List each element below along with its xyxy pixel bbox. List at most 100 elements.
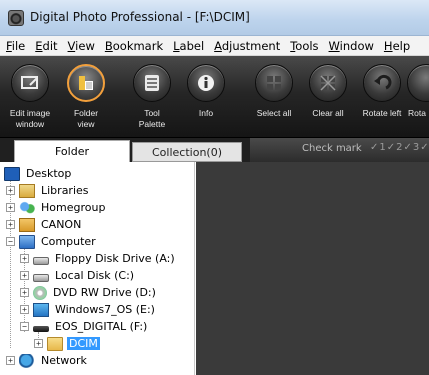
tree-label: Libraries: [41, 184, 89, 197]
edit-image-window-button[interactable]: Edit image window: [2, 56, 58, 138]
menu-accelerator: E: [35, 38, 43, 53]
menu-label: elp: [392, 38, 411, 53]
menu-item-tools[interactable]: Tools: [290, 39, 318, 53]
menu-accelerator: A: [214, 38, 222, 53]
expand-icon[interactable]: +: [20, 254, 29, 263]
app-window: Digital Photo Professional - [F:\DCIM] F…: [0, 0, 429, 375]
menu-label: indow: [339, 38, 374, 53]
tree-item-eos-digital[interactable]: − EOS_DIGITAL (F:): [20, 318, 149, 335]
expand-icon[interactable]: +: [6, 186, 15, 195]
toolbar-label: Select all: [256, 108, 292, 118]
clear-all-icon: [309, 64, 347, 102]
homegroup-icon: [19, 200, 35, 215]
tree-item-libraries[interactable]: + Libraries: [6, 182, 91, 199]
tree-label: Windows7_OS (E:): [55, 303, 155, 316]
tree-item-canon[interactable]: + CANON: [6, 216, 83, 233]
title-bar[interactable]: Digital Photo Professional - [F:\DCIM]: [0, 0, 429, 36]
folder-tree: Desktop + Libraries + Homegroup + CANON …: [0, 162, 195, 375]
menu-item-edit[interactable]: Edit: [35, 39, 57, 53]
edit-image-window-icon: [11, 64, 49, 102]
tree-item-computer[interactable]: − Computer: [6, 233, 98, 250]
expand-icon[interactable]: +: [20, 271, 29, 280]
camera-app-icon[interactable]: [8, 10, 24, 26]
menu-item-file[interactable]: File: [6, 39, 25, 53]
expand-icon[interactable]: +: [6, 220, 15, 229]
folder-view-icon: [67, 64, 105, 102]
removable-drive-icon: [33, 326, 49, 332]
menu-bar: File Edit View Bookmark Label Adjustment Tools…: [0, 36, 429, 56]
tree-label: Floppy Disk Drive (A:): [55, 252, 175, 265]
tree-item-floppy[interactable]: + Floppy Disk Drive (A:): [20, 250, 177, 267]
tree-item-homegroup[interactable]: + Homegroup: [6, 199, 107, 216]
toolbar-label: Folder view: [73, 108, 99, 129]
os-drive-icon: [33, 302, 49, 317]
expand-icon[interactable]: +: [34, 339, 43, 348]
tree-label: Homegroup: [41, 201, 106, 214]
folder-icon: [47, 336, 63, 351]
desktop-icon: [4, 166, 20, 181]
toolbar-label: Tool Palette: [138, 108, 166, 129]
menu-label: ookmark: [112, 38, 164, 53]
user-folder-icon: [19, 217, 35, 232]
expand-icon[interactable]: +: [20, 288, 29, 297]
tool-palette-icon: [133, 64, 171, 102]
libraries-icon: [19, 183, 35, 198]
select-all-button[interactable]: Select all: [246, 56, 302, 138]
toolbar: Edit image window Folder view Tool Palet…: [0, 56, 429, 138]
check-mark-buttons[interactable]: ✓1✓2✓3✓4✓: [370, 142, 429, 153]
tree-item-dcim[interactable]: + DCIM: [34, 335, 100, 352]
tab-folder[interactable]: Folder: [14, 140, 130, 162]
tree-item-network[interactable]: + Network: [6, 352, 89, 369]
menu-label: ile: [11, 38, 26, 53]
computer-icon: [19, 234, 35, 249]
menu-label: ools: [295, 38, 319, 53]
tree-label: CANON: [41, 218, 82, 231]
menu-accelerator: B: [104, 38, 113, 53]
rotate-right-icon: [407, 64, 429, 102]
tree-item-local-disk[interactable]: + Local Disk (C:): [20, 267, 136, 284]
menu-item-window[interactable]: Window: [329, 39, 374, 53]
toolbar-label: Rotate left: [362, 108, 402, 118]
expand-icon[interactable]: +: [6, 356, 15, 365]
tree-label: Network: [41, 354, 87, 367]
tree-label: EOS_DIGITAL (F:): [55, 320, 148, 333]
tree-label-selected: DCIM: [67, 337, 100, 350]
info-button[interactable]: Info: [178, 56, 234, 138]
toolbar-label: Edit image window: [9, 108, 51, 129]
check-mark-bar: Check mark ✓1✓2✓3✓4✓: [250, 138, 429, 162]
rotate-right-button[interactable]: Rota: [407, 56, 429, 138]
network-icon: [19, 353, 35, 368]
menu-item-view[interactable]: View: [68, 39, 95, 53]
check-mark-label: Check mark: [302, 143, 362, 154]
menu-label: dit: [42, 38, 58, 53]
tool-palette-button[interactable]: Tool Palette: [124, 56, 180, 138]
menu-accelerator: H: [383, 38, 393, 53]
tree-item-dvd[interactable]: + DVD RW Drive (D:): [20, 284, 158, 301]
collapse-icon[interactable]: −: [20, 322, 29, 331]
menu-item-help[interactable]: Help: [384, 39, 410, 53]
collapse-icon[interactable]: −: [6, 237, 15, 246]
hard-drive-icon: [33, 273, 49, 282]
menu-item-adjustment[interactable]: Adjustment: [214, 39, 280, 53]
tree-label: DVD RW Drive (D:): [53, 286, 156, 299]
window-title: Digital Photo Professional - [F:\DCIM]: [30, 10, 250, 24]
menu-item-label[interactable]: Label: [173, 39, 204, 53]
menu-label: abel: [179, 38, 205, 53]
folder-view-button[interactable]: Folder view: [58, 56, 114, 138]
select-all-icon: [255, 64, 293, 102]
tab-collection[interactable]: Collection(0): [132, 142, 242, 162]
clear-all-button[interactable]: Clear all: [300, 56, 356, 138]
tree-label: Desktop: [26, 167, 72, 180]
panel-tab-row: Folder Collection(0) Check mark ✓1✓2✓3✓4…: [0, 138, 429, 162]
menu-item-bookmark[interactable]: Bookmark: [105, 39, 163, 53]
tree-label: Computer: [41, 235, 96, 248]
dvd-drive-icon: [33, 285, 47, 300]
tree-item-desktop[interactable]: Desktop: [4, 165, 73, 182]
rotate-left-button[interactable]: Rotate left: [354, 56, 410, 138]
expand-icon[interactable]: +: [20, 305, 29, 314]
menu-label: iew: [75, 38, 95, 53]
tree-item-windows7[interactable]: + Windows7_OS (E:): [20, 301, 157, 318]
expand-icon[interactable]: +: [6, 203, 15, 212]
thumbnail-area[interactable]: [196, 162, 429, 375]
toolbar-label: Info: [198, 108, 214, 118]
